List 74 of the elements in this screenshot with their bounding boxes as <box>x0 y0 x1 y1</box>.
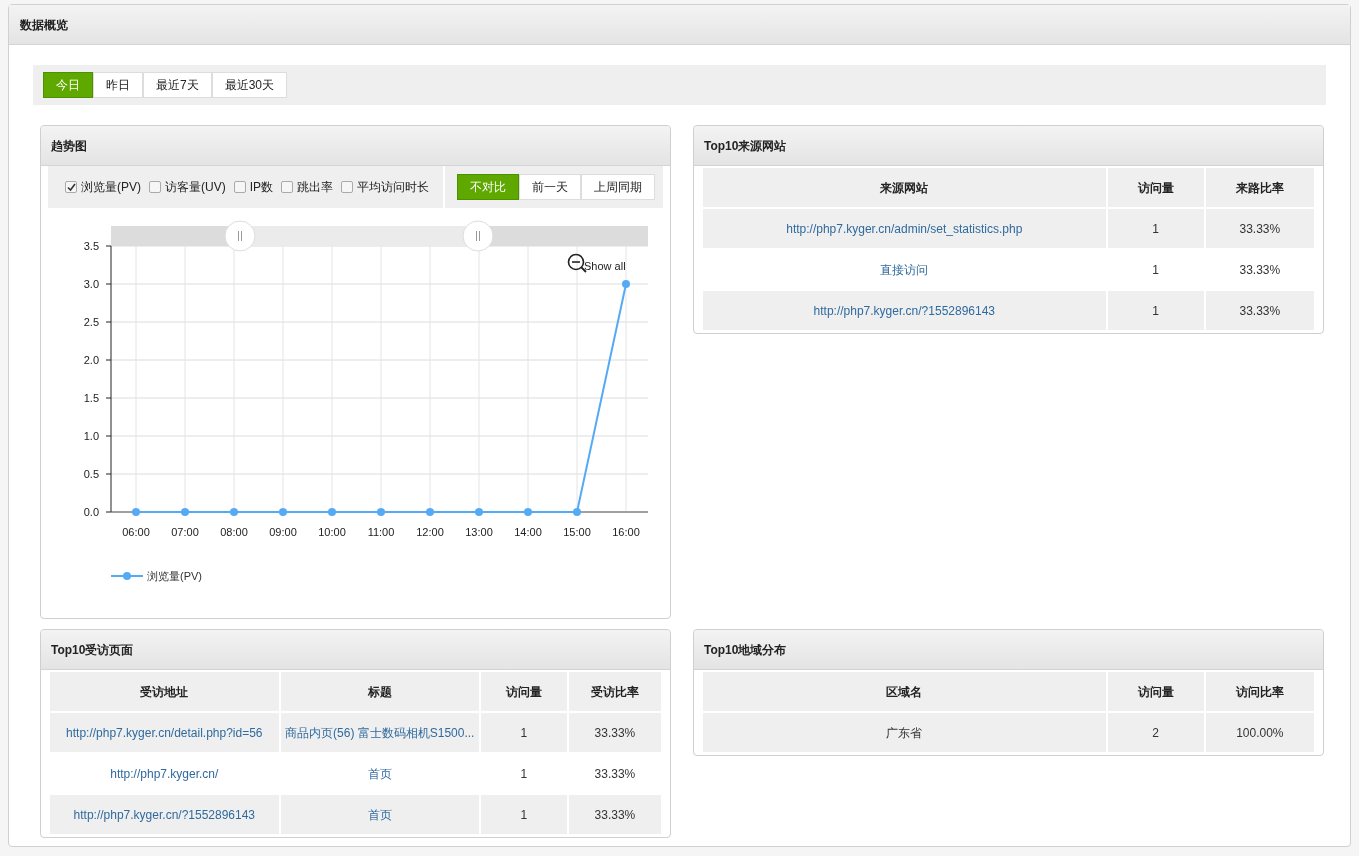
y-tick-label: 1.0 <box>83 430 99 442</box>
x-tick-label: 14:00 <box>514 526 542 538</box>
metric-checkbox[interactable]: 平均访问时长 <box>341 178 429 196</box>
x-tick-label: 09:00 <box>269 526 297 538</box>
x-tick-label: 06:00 <box>122 526 150 538</box>
metric-checkbox[interactable]: 跳出率 <box>281 178 333 196</box>
panel-title: Top10地域分布 <box>704 641 787 659</box>
table-cell: 100.00% <box>1204 712 1315 753</box>
x-tick-label: 07:00 <box>171 526 199 538</box>
data-point <box>181 508 189 516</box>
data-point <box>426 508 434 516</box>
data-point <box>377 508 385 516</box>
y-tick-label: 3.0 <box>83 278 99 290</box>
range-tab[interactable]: 昨日 <box>93 72 143 98</box>
y-tick-label: 0.0 <box>83 506 99 518</box>
column-header: 访问量 <box>1106 671 1205 712</box>
panel-title: Top10来源网站 <box>704 137 787 155</box>
column-header: 访问比率 <box>1204 671 1315 712</box>
column-header: 访问量 <box>479 671 568 712</box>
x-tick-label: 16:00 <box>612 526 640 538</box>
data-point <box>573 508 581 516</box>
column-header: 标题 <box>279 671 480 712</box>
legend-label[interactable]: 浏览量(PV) <box>147 570 202 582</box>
y-tick-label: 0.5 <box>83 468 99 480</box>
column-header: 区域名 <box>702 671 1107 712</box>
metric-checkbox[interactable]: IP数 <box>233 178 273 196</box>
checkbox-icon[interactable] <box>341 181 353 193</box>
table-cell: 广东省 <box>702 712 1107 753</box>
x-tick-label: 15:00 <box>563 526 591 538</box>
table-cell: 2 <box>1106 712 1205 753</box>
range-tab[interactable]: 最近7天 <box>143 72 212 98</box>
y-tick-label: 2.0 <box>83 354 99 366</box>
column-header: 受访比率 <box>567 671 662 712</box>
column-header: 来路比率 <box>1204 167 1315 208</box>
data-point <box>475 508 483 516</box>
x-tick-label: 13:00 <box>465 526 493 538</box>
column-header: 受访地址 <box>49 671 280 712</box>
column-header: 来源网站 <box>702 167 1107 208</box>
table-cell: 33.33% <box>1204 290 1315 331</box>
range-tab[interactable]: 最近30天 <box>211 72 288 98</box>
x-tick-label: 08:00 <box>220 526 248 538</box>
link-cell[interactable]: 首页 <box>279 794 480 835</box>
metric-checkbox[interactable]: 浏览量(PV) <box>65 178 141 196</box>
data-point <box>622 280 630 288</box>
range-slider[interactable] <box>111 220 648 252</box>
data-point <box>279 508 287 516</box>
data-point <box>230 508 238 516</box>
x-tick-label: 12:00 <box>416 526 444 538</box>
link-cell[interactable]: http://php7.kyger.cn/?1552896143 <box>49 794 280 835</box>
table-cell: 1 <box>1106 290 1205 331</box>
checkbox-icon[interactable] <box>149 181 161 193</box>
page-title: 数据概览 <box>20 16 68 34</box>
x-tick-label: 10:00 <box>318 526 346 538</box>
y-tick-label: 2.5 <box>83 316 99 328</box>
column-header: 访问量 <box>1106 167 1205 208</box>
data-point <box>132 508 140 516</box>
compare-tab[interactable]: 上周同期 <box>581 174 655 200</box>
panel-title: Top10受访页面 <box>51 641 134 659</box>
link-cell[interactable]: http://php7.kyger.cn/?1552896143 <box>702 290 1107 331</box>
data-point <box>328 508 336 516</box>
data-point <box>524 508 532 516</box>
y-tick-label: 1.5 <box>83 392 99 404</box>
compare-tab[interactable]: 前一天 <box>519 174 581 200</box>
checkbox-icon[interactable] <box>281 181 293 193</box>
show-all-link[interactable]: Show all <box>584 258 626 275</box>
metric-checkbox[interactable]: 访客量(UV) <box>149 178 226 196</box>
y-tick-label: 3.5 <box>83 240 99 252</box>
legend-swatch[interactable] <box>110 572 144 580</box>
checkbox-icon[interactable] <box>65 181 77 193</box>
table-cell: 33.33% <box>567 794 662 835</box>
checkbox-icon[interactable] <box>233 181 246 193</box>
panel-title: 趋势图 <box>51 137 87 155</box>
x-tick-label: 11:00 <box>367 526 395 538</box>
table-cell: 1 <box>479 794 568 835</box>
